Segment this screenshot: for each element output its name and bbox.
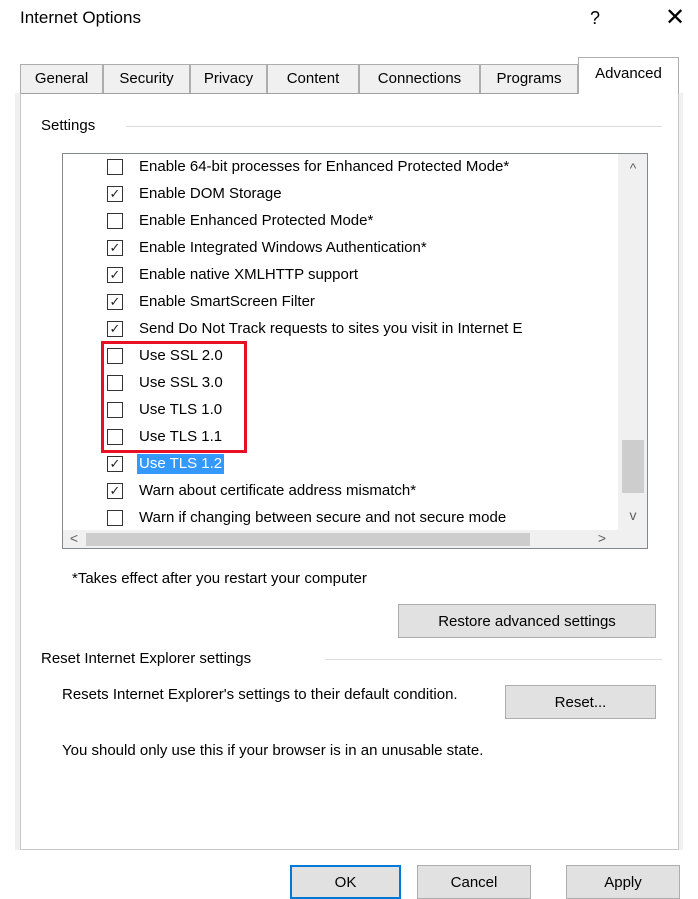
tab-content[interactable]: Content (267, 64, 359, 94)
setting-label: Enable Enhanced Protected Mode* (139, 212, 374, 229)
setting-label: Warn about certificate address mismatch* (139, 482, 417, 499)
checkbox[interactable]: ✓ (107, 267, 123, 283)
restore-advanced-settings-button[interactable]: Restore advanced settings (398, 604, 656, 638)
apply-button[interactable]: Apply (566, 865, 680, 899)
setting-label-selected: Use TLS 1.2 (137, 454, 225, 474)
checkbox[interactable]: ✓ (107, 321, 123, 337)
settings-group-line (126, 126, 662, 127)
tab-advanced[interactable]: Advanced (578, 57, 679, 94)
help-button[interactable]: ? (583, 2, 607, 34)
tab-programs[interactable]: Programs (480, 64, 578, 94)
reset-group-line (325, 659, 662, 660)
setting-label: Send Do Not Track requests to sites you … (139, 320, 523, 337)
setting-label: Enable native XMLHTTP support (139, 266, 359, 283)
scrollbar-corner (618, 530, 647, 548)
checkbox[interactable]: ✓ (107, 186, 123, 202)
checkbox[interactable] (107, 159, 123, 175)
checkbox[interactable] (107, 213, 123, 229)
checkbox[interactable] (107, 510, 123, 526)
cancel-button[interactable]: Cancel (417, 865, 531, 899)
setting-label: Enable SmartScreen Filter (139, 293, 315, 310)
tab-security[interactable]: Security (103, 64, 190, 94)
setting-label: Enable Integrated Windows Authentication… (139, 239, 427, 256)
ok-button[interactable]: OK (290, 865, 401, 899)
checkbox[interactable]: ✓ (107, 240, 123, 256)
scroll-right-icon[interactable]: > (594, 530, 610, 546)
reset-description: Resets Internet Explorer's settings to t… (62, 686, 458, 703)
checkbox[interactable]: ✓ (107, 483, 123, 499)
window-title: Internet Options (20, 8, 141, 27)
reset-warning: You should only use this if your browser… (62, 742, 484, 759)
scroll-up-icon[interactable]: ^ (622, 160, 644, 176)
tab-connections[interactable]: Connections (359, 64, 480, 94)
settings-group-label: Settings (37, 117, 100, 135)
vertical-scroll-thumb[interactable] (622, 440, 644, 493)
reset-button[interactable]: Reset... (505, 685, 656, 719)
close-button[interactable]: ✕ (660, 2, 690, 34)
scroll-down-icon[interactable]: v (622, 507, 644, 523)
setting-label: Warn if changing between secure and not … (139, 509, 507, 526)
checkbox[interactable]: ✓ (107, 294, 123, 310)
tab-privacy[interactable]: Privacy (190, 64, 267, 94)
reset-group-label: Reset Internet Explorer settings (37, 650, 256, 668)
setting-label: Enable 64-bit processes for Enhanced Pro… (139, 158, 510, 175)
highlight-box (101, 341, 247, 453)
restart-note: *Takes effect after you restart your com… (72, 570, 367, 587)
scroll-left-icon[interactable]: < (66, 530, 82, 546)
setting-label: Enable DOM Storage (139, 185, 282, 202)
tab-general[interactable]: General (20, 64, 103, 94)
checkbox[interactable]: ✓ (107, 456, 123, 472)
horizontal-scroll-thumb[interactable] (86, 533, 530, 546)
